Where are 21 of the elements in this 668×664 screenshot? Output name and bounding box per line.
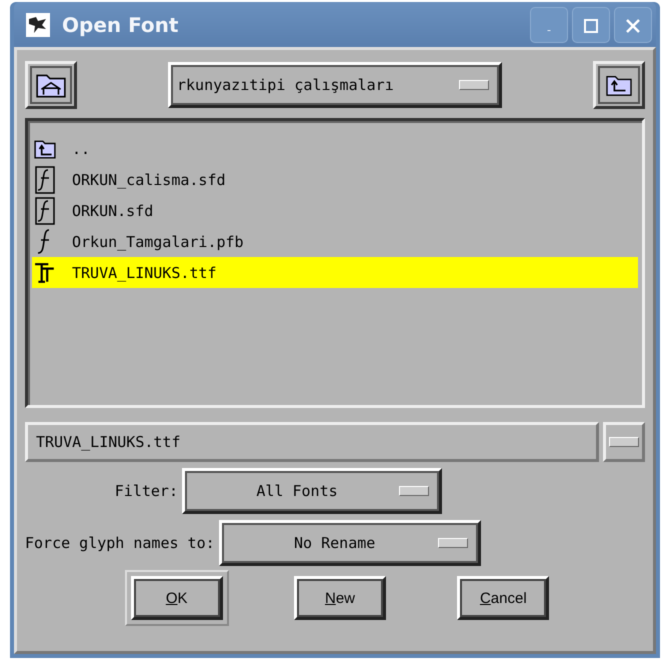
file-item[interactable]: Orkun_Tamgalari.pfb (32, 226, 638, 257)
directory-dropdown[interactable]: rkunyazıtipi çalışmaları (168, 62, 502, 108)
font-file-icon (34, 166, 56, 194)
file-item[interactable]: ORKUN.sfd (32, 195, 638, 226)
maximize-button[interactable] (572, 6, 610, 42)
file-item[interactable]: ORKUN_calisma.sfd (32, 164, 638, 195)
dialog-button[interactable]: OK (124, 570, 229, 626)
file-item[interactable]: .. (32, 133, 638, 164)
close-button[interactable] (614, 6, 652, 42)
filter-label: Filter: (114, 482, 179, 500)
parent-folder-button[interactable] (593, 61, 645, 109)
home-folder-button[interactable] (25, 61, 77, 109)
file-item[interactable]: TRUVA_LINUKS.ttf (32, 257, 638, 288)
font-file-icon (34, 196, 56, 224)
history-dropdown-button[interactable] (603, 422, 645, 462)
filter-dropdown[interactable]: All Fonts (182, 468, 442, 514)
rename-label: Force glyph names to: (25, 534, 216, 552)
filename-field[interactable]: TRUVA_LINUKS.ttf (25, 422, 599, 462)
parent-folder-icon (605, 73, 633, 97)
window-title: Open Font (62, 12, 180, 36)
rename-dropdown[interactable]: No Rename (218, 520, 481, 566)
